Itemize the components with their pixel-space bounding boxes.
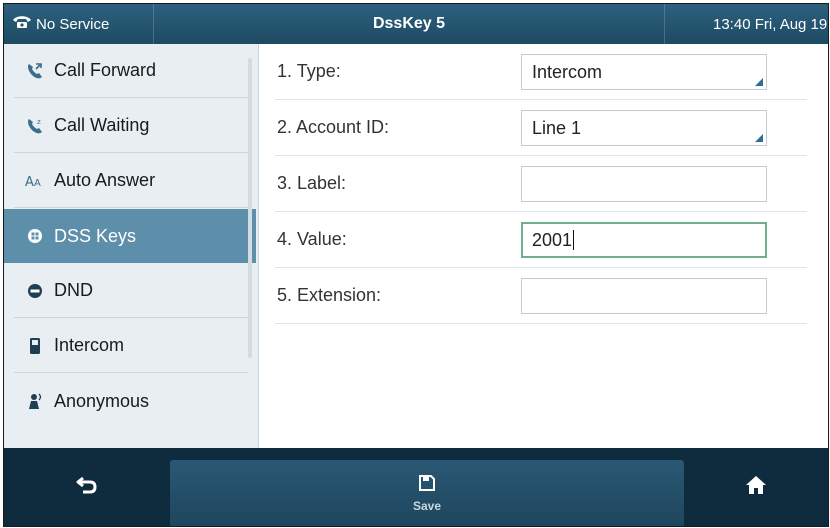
sidebar-item-label: Call Waiting	[54, 115, 150, 135]
extension-field[interactable]	[521, 278, 767, 314]
combo-arrow-icon	[755, 134, 763, 142]
phone-screen: No Service DssKey 5 13:40 Fri, Aug 19 Ca…	[3, 3, 829, 527]
save-icon	[418, 474, 436, 495]
content-area: Call Forward z Call Waiting AA Auto Answ…	[4, 44, 828, 448]
sidebar-item-dnd[interactable]: DND	[14, 264, 248, 318]
sidebar-item-call-forward[interactable]: Call Forward	[14, 44, 248, 98]
bottom-bar: Save	[4, 448, 828, 526]
sidebar-scrollbar[interactable]	[248, 58, 252, 358]
anonymous-icon	[14, 392, 54, 410]
dsskey-form: 1. Type: Intercom 2. Account ID: Line 1 …	[259, 44, 828, 448]
form-row-extension: 5. Extension:	[275, 268, 807, 324]
label-field[interactable]	[521, 166, 767, 202]
sidebar: Call Forward z Call Waiting AA Auto Answ…	[4, 44, 259, 448]
type-label: 1. Type:	[277, 61, 341, 81]
type-value: Intercom	[532, 61, 603, 82]
save-button[interactable]: Save	[170, 460, 684, 526]
sidebar-item-intercom[interactable]: Intercom	[14, 319, 248, 373]
home-icon	[745, 475, 767, 500]
auto-answer-icon: AA	[14, 173, 54, 189]
home-button[interactable]	[684, 448, 828, 526]
account-id-label: 2. Account ID:	[277, 117, 390, 137]
dnd-icon	[14, 283, 54, 299]
intercom-icon	[14, 337, 54, 355]
sidebar-item-label: Intercom	[54, 335, 125, 355]
account-id-value: Line 1	[532, 117, 582, 138]
form-row-label: 3. Label:	[275, 156, 807, 212]
sidebar-item-call-waiting[interactable]: z Call Waiting	[14, 99, 248, 153]
back-arrow-icon	[75, 475, 99, 500]
svg-text:z: z	[37, 118, 41, 126]
back-button[interactable]	[4, 448, 169, 526]
label-label: 3. Label:	[277, 173, 347, 193]
type-combo[interactable]: Intercom	[521, 54, 767, 90]
value-field[interactable]: 2001	[521, 222, 767, 258]
phone-icon	[12, 14, 36, 34]
dss-keys-icon	[14, 228, 54, 244]
service-status: No Service	[4, 4, 154, 44]
sidebar-item-anonymous[interactable]: Anonymous	[14, 374, 248, 428]
sidebar-item-auto-answer[interactable]: AA Auto Answer	[14, 154, 248, 208]
extension-label: 5. Extension:	[277, 285, 382, 305]
sidebar-item-label: DND	[54, 280, 93, 300]
call-waiting-icon: z	[14, 117, 54, 135]
text-cursor	[573, 230, 575, 250]
screen-title: DssKey 5	[372, 15, 446, 32]
sidebar-item-label: Auto Answer	[54, 170, 156, 190]
sidebar-item-dss-keys[interactable]: DSS Keys	[4, 209, 256, 263]
svg-text:A: A	[25, 175, 34, 189]
form-row-value: 4. Value: 2001	[275, 212, 807, 268]
form-row-type: 1. Type: Intercom	[275, 44, 807, 100]
form-row-account-id: 2. Account ID: Line 1	[275, 100, 807, 156]
service-status-text: No Service	[36, 15, 110, 33]
value-label: 4. Value:	[277, 229, 347, 249]
sidebar-item-label: Anonymous	[54, 390, 150, 411]
call-forward-icon	[14, 62, 54, 80]
combo-arrow-icon	[755, 78, 763, 86]
sidebar-item-label: Call Forward	[54, 60, 157, 80]
save-label: Save	[412, 498, 442, 513]
value-value: 2001	[532, 229, 573, 250]
datetime: 13:40 Fri, Aug 19	[664, 4, 828, 44]
status-bar: No Service DssKey 5 13:40 Fri, Aug 19	[4, 4, 828, 44]
account-id-combo[interactable]: Line 1	[521, 110, 767, 146]
svg-text:A: A	[34, 178, 41, 189]
sidebar-item-label: DSS Keys	[54, 225, 137, 246]
